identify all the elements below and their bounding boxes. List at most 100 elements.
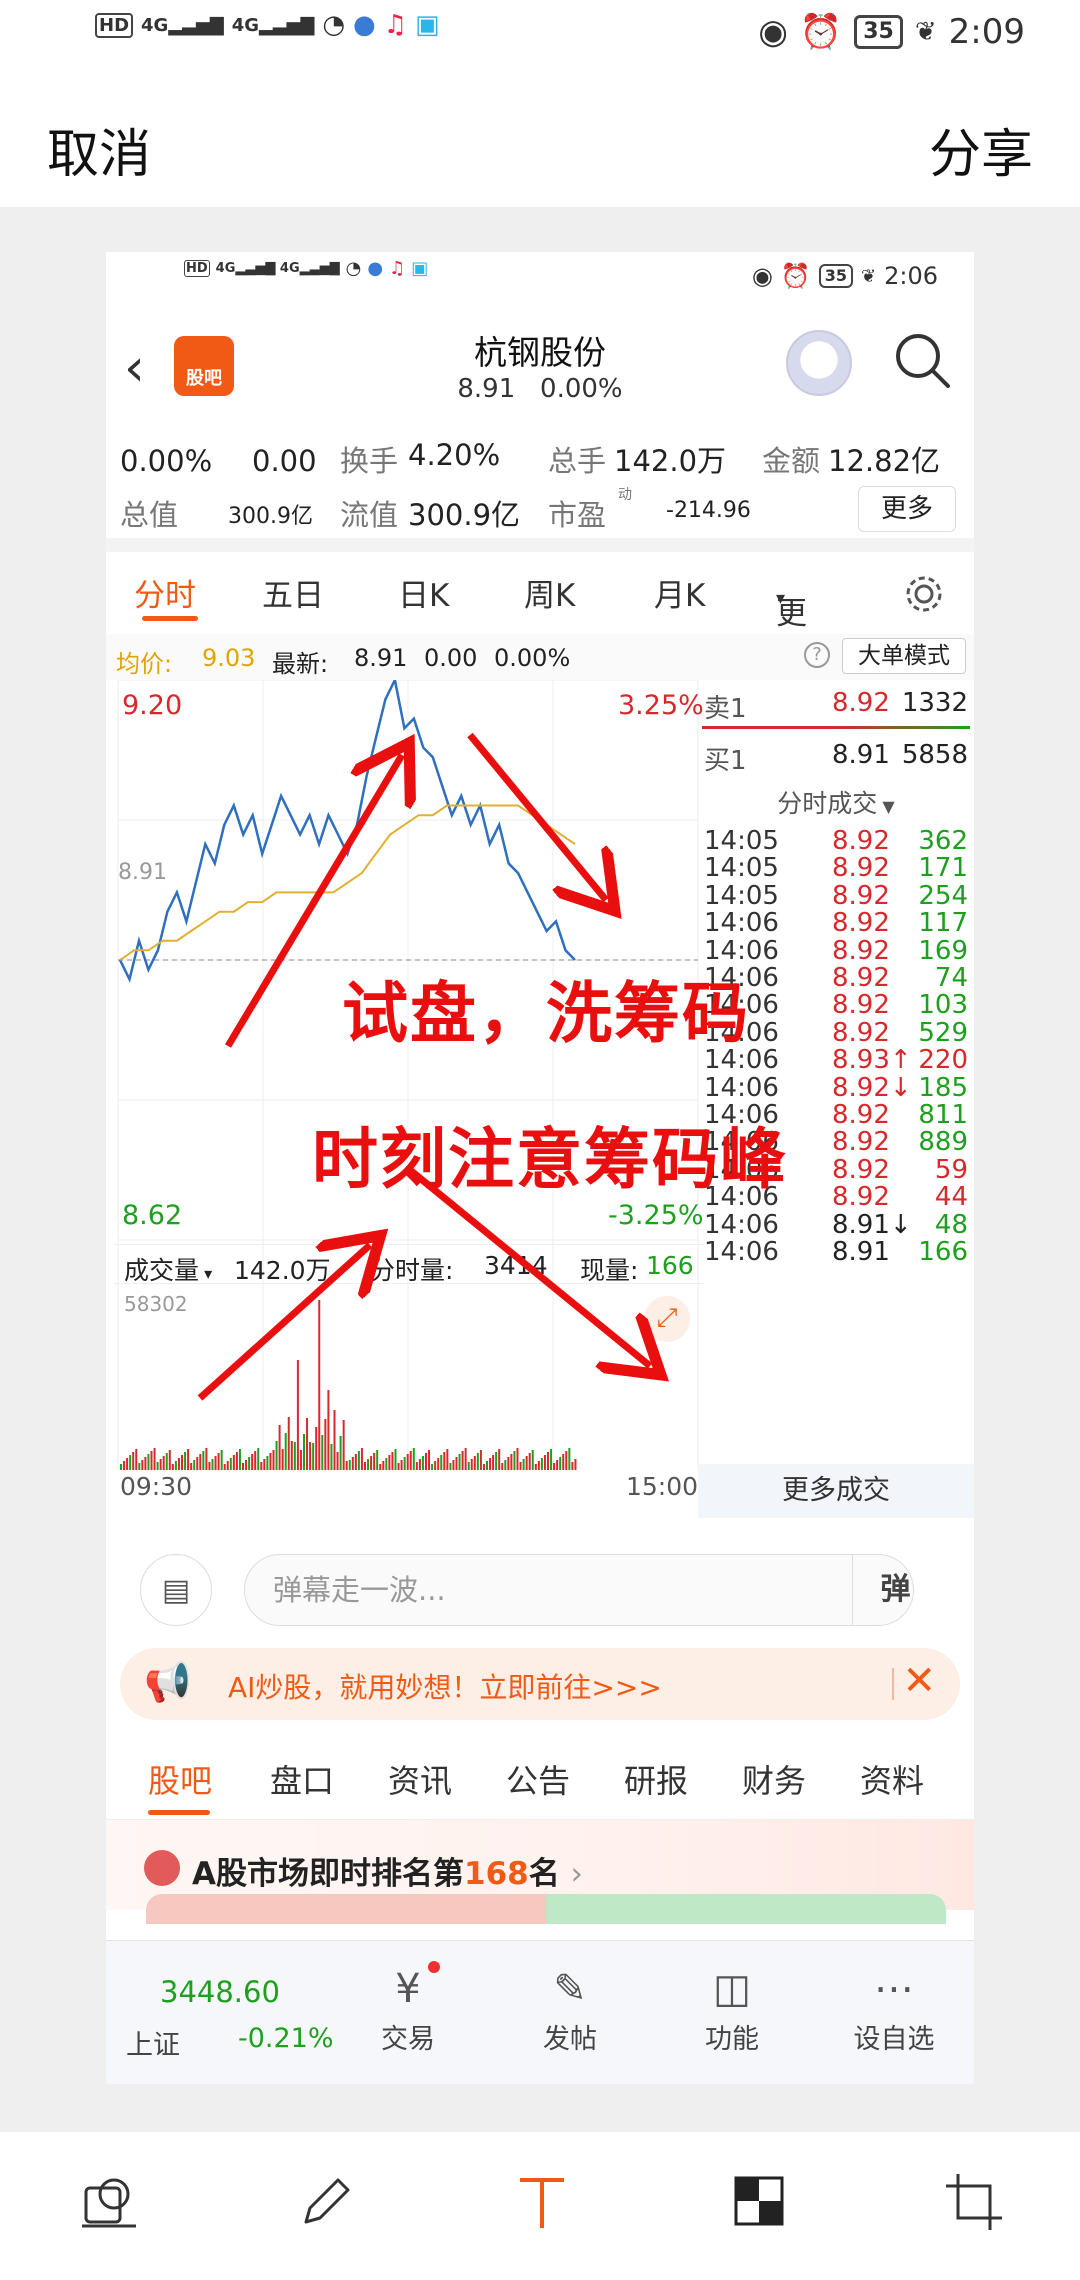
gear-icon[interactable] bbox=[902, 572, 946, 616]
volume-bar bbox=[333, 1410, 336, 1470]
volume-bar bbox=[217, 1453, 220, 1470]
index-pct: -0.21% bbox=[238, 2023, 334, 2054]
now-label: 现量: bbox=[580, 1256, 639, 1285]
volume-bar bbox=[385, 1458, 388, 1470]
chart-grid bbox=[117, 679, 699, 1470]
pen-tool-icon[interactable] bbox=[296, 2172, 356, 2232]
index-value: 3448.60 bbox=[160, 1975, 280, 2009]
volume-bar bbox=[437, 1458, 440, 1470]
inner-status-bar: HD 4G▂▃▅▇ 4G▂▃▅▇ ◔ ● ♫ ▣ ◉ ⏰ 35 ❦ 2:06 bbox=[106, 252, 974, 308]
mosaic-icon[interactable] bbox=[730, 2172, 790, 2232]
mosaic-tool-icon[interactable] bbox=[80, 2172, 140, 2232]
tab-intraday[interactable]: 分时 bbox=[134, 570, 196, 615]
notification-dot bbox=[428, 1961, 440, 1973]
volume-bar bbox=[553, 1463, 556, 1470]
volume-bar bbox=[376, 1450, 379, 1470]
volume-bar bbox=[193, 1460, 196, 1470]
inner-signal-icon: 4G▂▃▅▇ 4G▂▃▅▇ bbox=[215, 261, 340, 276]
chart-tabs: 分时 五日 日K 周K 月K 更多 ▾ bbox=[106, 552, 974, 677]
signal-icon: 4G▂▃▅▇ bbox=[141, 14, 224, 36]
price-line bbox=[118, 676, 576, 983]
volume-bar bbox=[510, 1454, 513, 1470]
volume-bar bbox=[226, 1461, 229, 1470]
volume-bar bbox=[504, 1460, 507, 1470]
assistant-robot-icon[interactable] bbox=[786, 330, 852, 396]
tab-news[interactable]: 资讯 bbox=[388, 1756, 452, 1802]
editor-top-bar: 取消 分享 bbox=[0, 72, 1080, 207]
volume-bar bbox=[409, 1451, 412, 1470]
rank-banner[interactable]: A股市场即时排名第168名 › bbox=[106, 1820, 974, 1924]
volume-bar bbox=[495, 1452, 498, 1470]
nav-func-label: 功能 bbox=[705, 2024, 759, 2055]
nav-watchlist[interactable]: ⋯ 设自选 bbox=[834, 1961, 954, 2056]
ask-price: 8.92 bbox=[832, 688, 890, 718]
help-icon[interactable]: ? bbox=[804, 642, 830, 668]
trades-title[interactable]: 分时成交 ▼ bbox=[698, 784, 974, 820]
volume-bar bbox=[382, 1461, 385, 1470]
tab-pankou[interactable]: 盘口 bbox=[270, 1756, 334, 1802]
volume-bar bbox=[138, 1463, 141, 1470]
danmu-bar: ▤ 弹幕走一波... 弹 bbox=[106, 1534, 974, 1634]
bid-row: 买1 8.91 5858 bbox=[698, 734, 974, 776]
danmu-settings-icon[interactable]: ▤ bbox=[140, 1554, 212, 1626]
info-more-button[interactable]: 更多 bbox=[858, 486, 956, 532]
volume-bar bbox=[391, 1452, 394, 1470]
crop-icon[interactable] bbox=[944, 2172, 1004, 2232]
share-button[interactable]: 分享 bbox=[929, 112, 1033, 187]
volume-bar bbox=[171, 1464, 174, 1470]
tab-announcements[interactable]: 公告 bbox=[506, 1756, 570, 1802]
trade-row: 14:06 8.91 166 bbox=[698, 1231, 974, 1271]
ai-banner[interactable]: 📢 AI炒股，就用妙想！立即前往>>> ✕ bbox=[120, 1648, 960, 1720]
tab-finance[interactable]: 财务 bbox=[742, 1756, 806, 1802]
volume-bar bbox=[303, 1434, 305, 1470]
search-icon[interactable] bbox=[892, 330, 954, 392]
tab-weekly-k[interactable]: 周K bbox=[524, 570, 575, 615]
text-tool-icon[interactable] bbox=[512, 2172, 572, 2232]
danmu-toggle-button[interactable]: 弹 bbox=[852, 1554, 938, 1626]
volume-bar bbox=[196, 1457, 199, 1470]
tab-5day[interactable]: 五日 bbox=[262, 570, 324, 615]
volume-bar bbox=[275, 1441, 278, 1470]
volume-bar bbox=[324, 1419, 327, 1470]
volume-bar bbox=[534, 1464, 537, 1470]
inner-status-right: ◉ ⏰ 35 ❦ 2:06 bbox=[752, 262, 938, 290]
big-order-mode-button[interactable]: 大单模式 bbox=[842, 638, 966, 674]
latest-chg: 0.00 bbox=[424, 644, 478, 672]
volume-bar bbox=[199, 1454, 202, 1470]
tab-profile[interactable]: 资料 bbox=[860, 1756, 924, 1802]
volume-bar bbox=[281, 1449, 284, 1470]
volume-bar bbox=[473, 1456, 476, 1470]
more-trades-button[interactable]: 更多成交 bbox=[698, 1464, 974, 1518]
volume-bar bbox=[306, 1418, 309, 1470]
volume-bar bbox=[144, 1457, 147, 1470]
volume-bar bbox=[245, 1460, 248, 1470]
volume-bar bbox=[187, 1449, 190, 1470]
close-icon[interactable]: ✕ bbox=[902, 1658, 936, 1704]
latest-pct: 0.00% bbox=[494, 644, 571, 672]
volume-bar bbox=[348, 1460, 351, 1470]
nav-functions[interactable]: ◫ 功能 bbox=[672, 1961, 792, 2056]
volume-dropdown[interactable]: 成交量 ▾ bbox=[124, 1251, 212, 1287]
cancel-button[interactable]: 取消 bbox=[47, 112, 151, 187]
nav-post[interactable]: ✎ 发帖 bbox=[510, 1961, 630, 2056]
volume-bar bbox=[254, 1451, 257, 1470]
tab-research[interactable]: 研报 bbox=[624, 1756, 688, 1802]
inner-wifi-icon: ◔ bbox=[345, 258, 362, 279]
danmu-input[interactable]: 弹幕走一波... bbox=[244, 1554, 914, 1626]
volume-bar bbox=[229, 1458, 232, 1470]
volume-bar bbox=[260, 1462, 263, 1470]
eye-icon: ◉ bbox=[758, 12, 788, 52]
ai-banner-text[interactable]: AI炒股，就用妙想！立即前往>>> bbox=[228, 1666, 662, 1706]
nav-trade[interactable]: ¥ 交易 bbox=[348, 1961, 468, 2056]
alarm-icon: ⏰ bbox=[799, 12, 843, 52]
avg-label: 均价: bbox=[116, 650, 173, 678]
amount-label: 金额 bbox=[762, 444, 821, 478]
annotation-text-2: 时刻注意筹码峰 bbox=[312, 1121, 788, 1198]
tab-monthly-k[interactable]: 月K bbox=[654, 570, 705, 615]
tab-guba[interactable]: 股吧 bbox=[148, 1756, 212, 1802]
expand-icon[interactable]: ⤢ bbox=[644, 1296, 690, 1342]
tab-daily-k[interactable]: 日K bbox=[398, 570, 449, 615]
hd-badge: HD bbox=[95, 12, 134, 38]
volume-bar bbox=[156, 1462, 159, 1470]
mcap-label: 总值 bbox=[120, 498, 179, 532]
